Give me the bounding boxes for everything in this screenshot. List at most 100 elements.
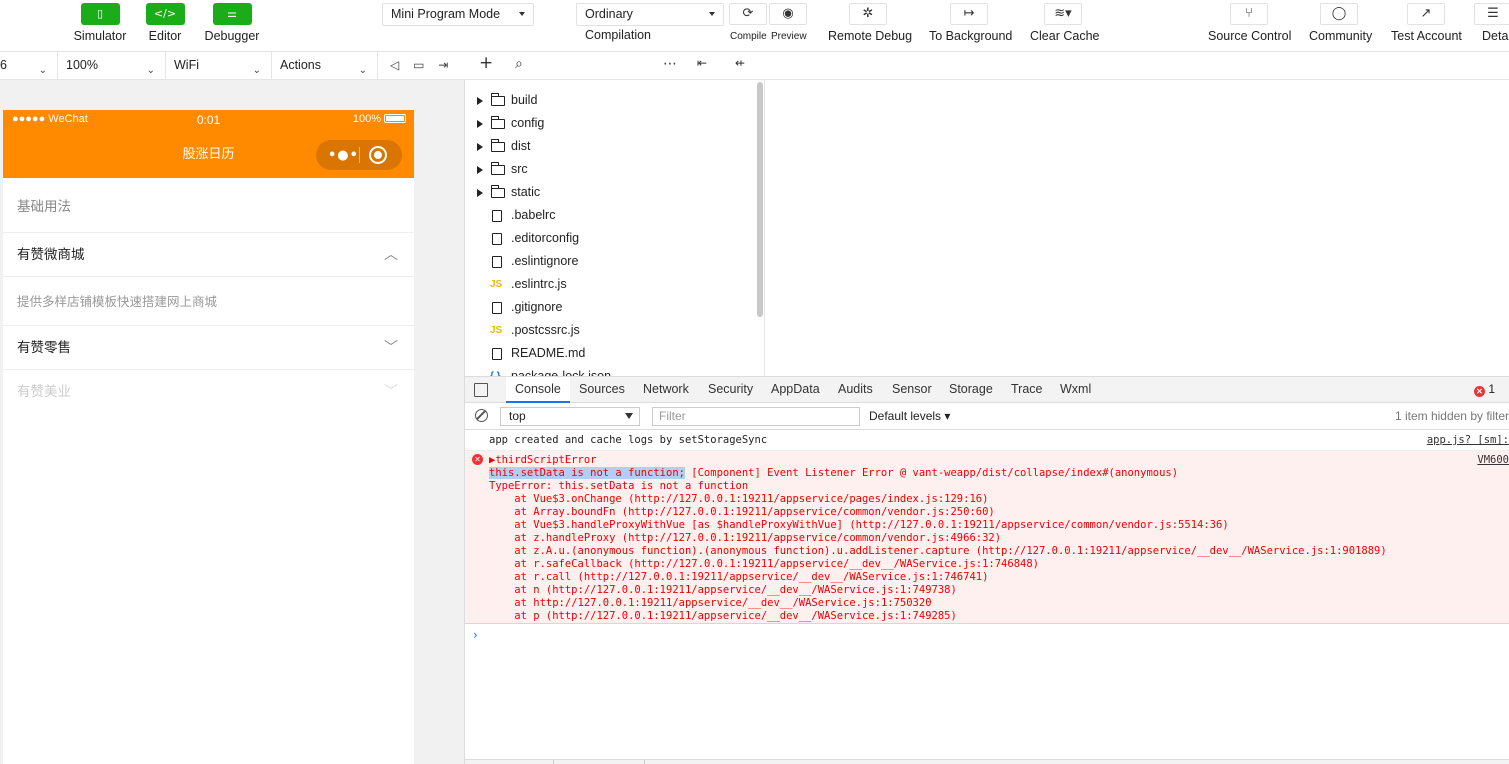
error-counter[interactable]: ✕ 1	[1473, 377, 1495, 402]
tab-storage[interactable]: Storage	[949, 377, 993, 403]
stack-frame-link[interactable]: http://127.0.0.1:19211/appservice/common…	[628, 506, 988, 518]
file-tree-scrollbar[interactable]	[757, 82, 763, 317]
search-icon[interactable]: ⌕	[515, 56, 523, 72]
stack-frame-link[interactable]: http://127.0.0.1:19211/appservice/__dev_…	[634, 558, 1032, 570]
more-icon[interactable]: •●•	[328, 148, 359, 163]
split-view-icon[interactable]: ⇥	[438, 58, 448, 72]
to-background-button[interactable]: To Background	[929, 29, 1012, 43]
tree-file[interactable]: { } package-lock.json	[465, 365, 755, 376]
stack-frame: at r.call (http://127.0.0.1:19211/appser…	[489, 571, 988, 583]
tab-audits[interactable]: Audits	[838, 377, 873, 403]
network-select[interactable]: WiFi ⌄	[166, 52, 272, 79]
caret-right-icon	[477, 97, 483, 105]
collapse-item-header[interactable]: 有赞微商城 ︿	[3, 233, 414, 277]
error-title[interactable]: ▶thirdScriptError	[489, 454, 596, 466]
branch-icon[interactable]: ⑂	[1230, 3, 1268, 25]
stack-frame-link[interactable]: http://127.0.0.1:19211/appservice/__dev_…	[584, 571, 982, 583]
json-file-icon: { }	[490, 365, 501, 376]
tree-file[interactable]: .editorconfig	[465, 227, 755, 250]
console-filter-bar: top Filter Default levels ▾ 1 item hidde…	[465, 403, 1509, 430]
tree-file[interactable]: README.md	[465, 342, 755, 365]
community-button[interactable]: Community	[1309, 29, 1372, 43]
tree-item-label: .eslintrc.js	[511, 277, 567, 291]
stack-frame-link[interactable]: http://127.0.0.1:19211/appservice/pages/…	[634, 493, 982, 505]
tree-folder[interactable]: build	[465, 89, 755, 112]
tab-security[interactable]: Security	[708, 377, 753, 403]
to-background-icon[interactable]: ↦	[950, 3, 988, 25]
actions-select[interactable]: Actions ⌄	[272, 52, 378, 79]
tree-item-label: .gitignore	[511, 300, 563, 314]
clear-console-icon[interactable]	[475, 409, 488, 422]
external-link-icon[interactable]: ↗	[1407, 3, 1445, 25]
tab-sensor[interactable]: Sensor	[892, 377, 932, 403]
status-bar: ●●●●● WeChat 0:01 100%	[3, 110, 414, 130]
zoom-select[interactable]: 100% ⌄	[58, 52, 166, 79]
layers-icon[interactable]: ≋▾	[1044, 3, 1082, 25]
editor-button[interactable]: </> Editor	[130, 3, 200, 43]
eye-icon[interactable]: ◉	[769, 3, 807, 25]
tree-folder[interactable]: src	[465, 158, 755, 181]
tree-file[interactable]: JS .postcssrc.js	[465, 319, 755, 342]
context-select[interactable]: top	[500, 407, 640, 426]
tab-console[interactable]: Console	[506, 377, 570, 403]
details-button[interactable]: Deta	[1482, 29, 1508, 43]
tab-sources[interactable]: Sources	[579, 377, 625, 403]
inspect-element-icon[interactable]	[474, 383, 488, 397]
capsule-menu[interactable]: •●•	[316, 140, 402, 170]
more-icon[interactable]: ⋯	[663, 56, 677, 72]
collapse-item-content: 提供多样店铺模板快速搭建网上商城	[3, 277, 414, 326]
source-control-button[interactable]: Source Control	[1208, 29, 1291, 43]
bug-icon[interactable]: ✲	[849, 3, 887, 25]
test-account-button[interactable]: Test Account	[1391, 29, 1462, 43]
refresh-icon[interactable]: ⟳	[729, 3, 767, 25]
tab-appdata[interactable]: AppData	[771, 377, 820, 403]
tree-folder[interactable]: dist	[465, 135, 755, 158]
simulator-button[interactable]: ▯ Simulator	[65, 3, 135, 43]
collapse-title: 有赞零售	[17, 340, 71, 355]
log-source-link[interactable]: app.js? [sm]:	[1427, 434, 1509, 446]
stack-frame-link[interactable]: http://127.0.0.1:19211/appservice/common…	[856, 519, 1223, 531]
tab-trace[interactable]: Trace	[1011, 377, 1043, 403]
collapse-item-header[interactable]: 有赞零售 ﹀	[3, 326, 414, 370]
tree-file[interactable]: .gitignore	[465, 296, 755, 319]
sidebar-toggle-icon[interactable]: ⇷	[735, 56, 745, 70]
tree-folder[interactable]: static	[465, 181, 755, 204]
console-prompt-icon[interactable]: ›	[473, 628, 478, 642]
tab-wxml[interactable]: Wxml	[1060, 377, 1091, 403]
debugger-button[interactable]: ⚌ Debugger	[197, 3, 267, 43]
mode-select[interactable]: Mini Program Mode	[382, 3, 534, 26]
tree-file[interactable]: .eslintignore	[465, 250, 755, 273]
add-icon[interactable]: +	[479, 53, 493, 73]
battery-icon	[384, 114, 406, 123]
tree-file[interactable]: JS .eslintrc.js	[465, 273, 755, 296]
stack-frame-link[interactable]: http://127.0.0.1:19211/appservice/__dev_…	[552, 584, 950, 596]
stack-frame-link[interactable]: http://127.0.0.1:19211/appservice/__dev_…	[982, 545, 1380, 557]
tree-folder[interactable]: config	[465, 112, 755, 135]
caret-down-icon	[709, 12, 715, 16]
tree-file[interactable]: .babelrc	[465, 204, 755, 227]
collapse-all-icon[interactable]: ⇤	[697, 56, 707, 70]
sliders-icon: ⚌	[212, 3, 252, 25]
stack-frame-link[interactable]: http://127.0.0.1:19211/appservice/__dev_…	[552, 610, 950, 622]
tab-network[interactable]: Network	[643, 377, 689, 403]
window-icon[interactable]: ▭	[413, 58, 424, 72]
log-levels-select[interactable]: Default levels ▾	[869, 403, 950, 429]
debugger-label: Debugger	[204, 29, 260, 43]
clear-cache-button[interactable]: Clear Cache	[1030, 29, 1099, 43]
compile-select-value: Ordinary Compilation	[585, 7, 652, 42]
device-select[interactable]: 6 ⌄	[0, 52, 58, 79]
chat-bubble-icon[interactable]: ◯	[1320, 3, 1358, 25]
stack-frame-text: at z.A.u.(anonymous function).(anonymous…	[489, 545, 983, 557]
menu-icon[interactable]: ☰	[1474, 3, 1509, 25]
error-source-link[interactable]: VM600	[1477, 454, 1509, 466]
stack-frame: at r.safeCallback (http://127.0.0.1:1921…	[489, 558, 1039, 570]
collapse-title: 有赞微商城	[17, 247, 85, 262]
stack-frame-link[interactable]: http://127.0.0.1:19211/appservice/__dev_…	[533, 597, 931, 609]
stack-frame-link[interactable]: http://127.0.0.1:19211/appservice/common…	[628, 532, 995, 544]
compile-select[interactable]: Ordinary Compilation	[576, 3, 724, 42]
remote-debug-button[interactable]: Remote Debug	[828, 29, 912, 43]
filter-input[interactable]: Filter	[652, 407, 860, 426]
speaker-icon[interactable]: ◁	[390, 58, 399, 72]
close-target-icon[interactable]	[369, 146, 387, 164]
actions-select-value: Actions	[280, 58, 321, 72]
